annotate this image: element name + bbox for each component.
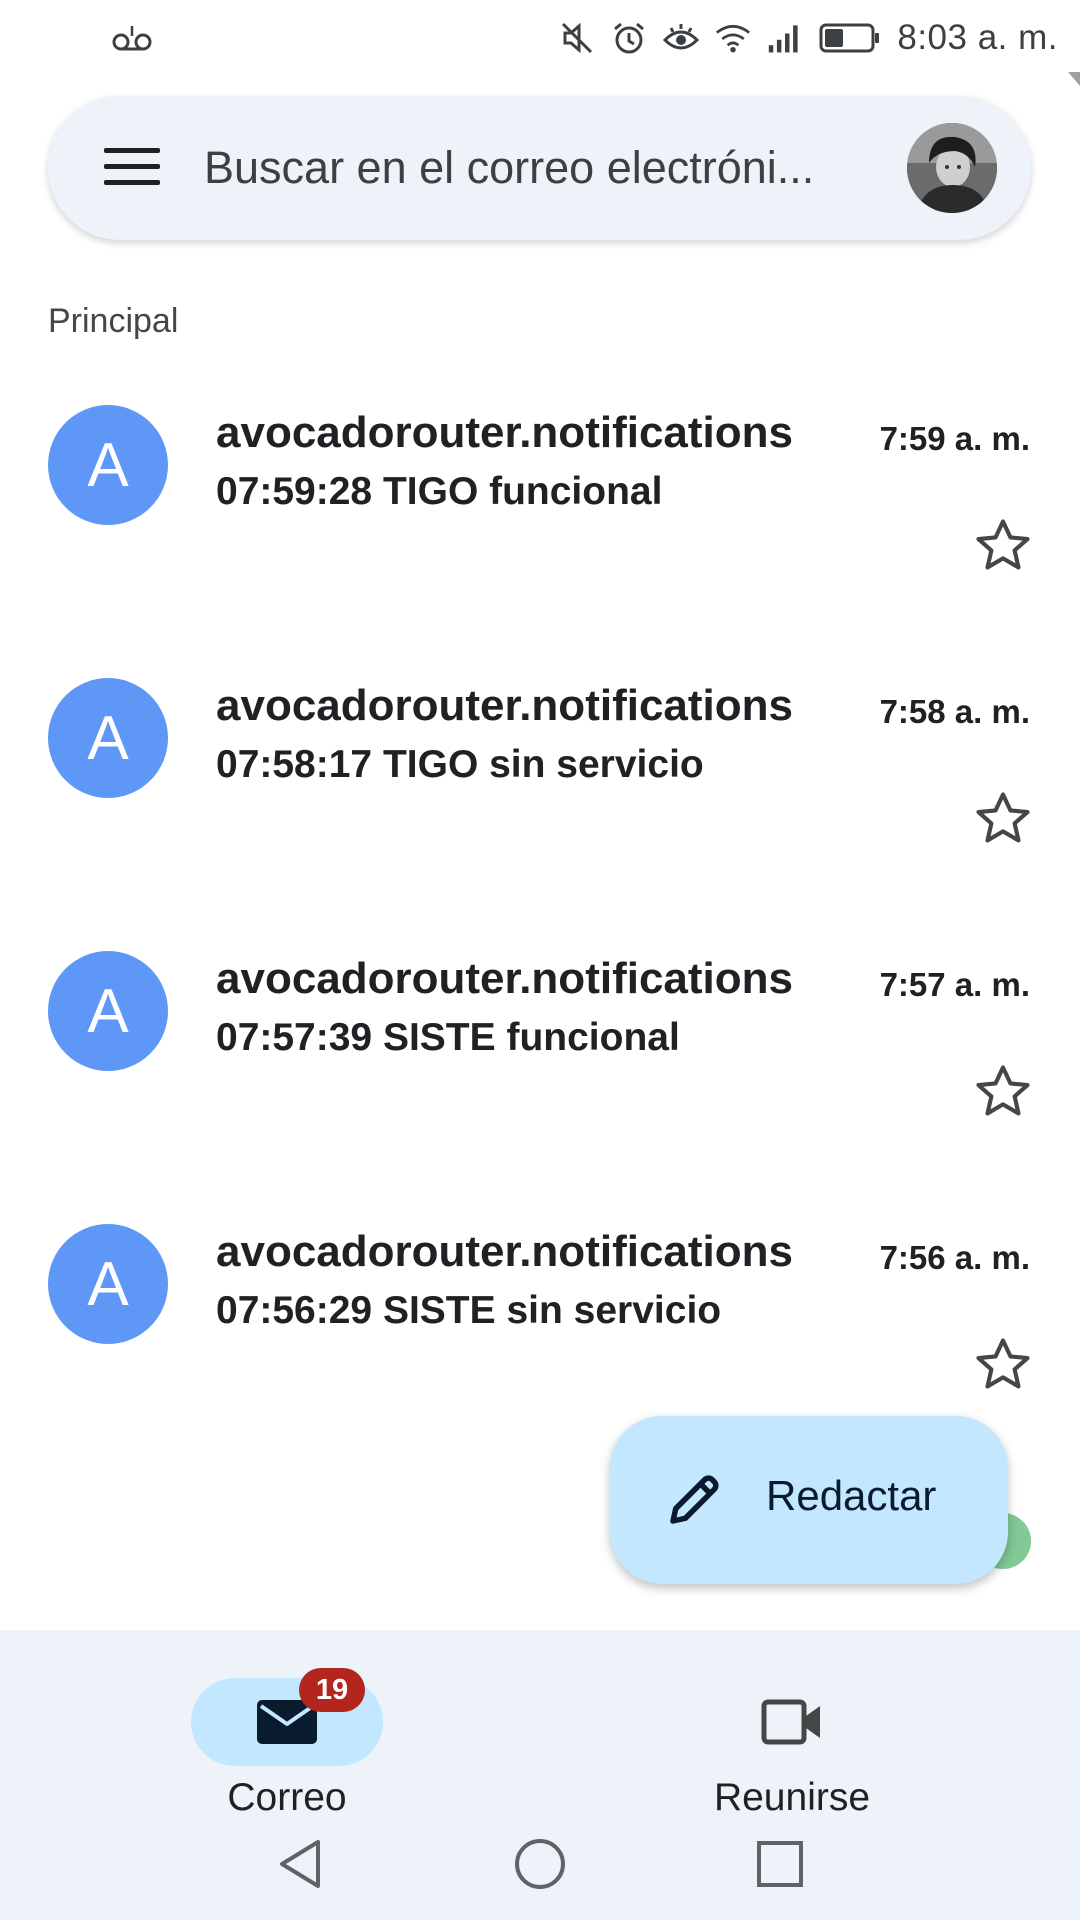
mute-icon <box>559 20 595 56</box>
system-nav-bar <box>0 1820 1080 1920</box>
search-input[interactable] <box>204 132 904 204</box>
account-avatar[interactable] <box>907 123 997 213</box>
unread-badge: 19 <box>299 1668 365 1712</box>
back-icon[interactable] <box>270 1834 330 1894</box>
status-bar: 8:03 a. m. <box>0 0 1080 76</box>
email-sender: avocadorouter.notifications <box>216 681 793 730</box>
recents-icon[interactable] <box>750 1834 810 1894</box>
nav-mail-label: Correo <box>227 1776 347 1819</box>
nav-mail[interactable]: 19 Correo <box>137 1648 437 1819</box>
eye-comfort-icon <box>663 20 700 56</box>
sender-avatar[interactable]: A <box>48 678 168 798</box>
star-icon[interactable] <box>972 1334 1034 1396</box>
home-icon[interactable] <box>510 1834 570 1894</box>
nav-meet[interactable]: Reunirse <box>642 1648 942 1819</box>
sender-avatar[interactable]: A <box>48 1224 168 1344</box>
email-subject: 07:58:17 TIGO sin servicio <box>216 743 704 786</box>
star-icon[interactable] <box>972 1061 1034 1123</box>
compose-button[interactable]: Redactar <box>610 1416 1008 1584</box>
compose-label: Redactar <box>766 1472 937 1519</box>
voicemail-icon <box>112 22 152 52</box>
star-icon[interactable] <box>972 788 1034 850</box>
battery-icon <box>819 20 881 56</box>
status-time: 8:03 a. m. <box>897 18 1058 57</box>
email-subject: 07:56:29 SISTE sin servicio <box>216 1289 722 1332</box>
email-sender: avocadorouter.notifications <box>216 1227 793 1276</box>
star-icon[interactable] <box>972 515 1034 577</box>
email-row[interactable]: A avocadorouter.notifications 07:58:17 T… <box>0 653 1080 926</box>
email-sender: avocadorouter.notifications <box>216 408 793 457</box>
email-time: 7:58 a. m. <box>879 693 1030 730</box>
email-list: A avocadorouter.notifications 07:59:28 T… <box>0 380 1080 1472</box>
sender-avatar[interactable]: A <box>48 951 168 1071</box>
email-subject: 07:57:39 SISTE funcional <box>216 1016 680 1059</box>
alarm-icon <box>611 20 647 56</box>
signal-icon <box>767 20 803 56</box>
sender-avatar[interactable]: A <box>48 405 168 525</box>
email-time: 7:59 a. m. <box>879 420 1030 457</box>
menu-icon[interactable] <box>104 146 160 188</box>
email-time: 7:56 a. m. <box>879 1239 1030 1276</box>
scroll-edge-indicator <box>1068 72 1080 86</box>
video-camera-icon <box>760 1694 824 1750</box>
section-label-principal: Principal <box>48 302 179 340</box>
email-row[interactable]: A avocadorouter.notifications 07:57:39 S… <box>0 926 1080 1199</box>
nav-meet-label: Reunirse <box>713 1776 871 1819</box>
email-subject: 07:59:28 TIGO funcional <box>216 470 663 513</box>
wifi-icon <box>715 20 751 56</box>
email-sender: avocadorouter.notifications <box>216 954 793 1003</box>
email-row[interactable]: A avocadorouter.notifications 07:59:28 T… <box>0 380 1080 653</box>
email-time: 7:57 a. m. <box>879 966 1030 1003</box>
search-bar[interactable] <box>48 96 1031 240</box>
pencil-icon <box>662 1466 728 1532</box>
gmail-inbox-screen: 8:03 a. m. Principal <box>0 0 1080 1920</box>
